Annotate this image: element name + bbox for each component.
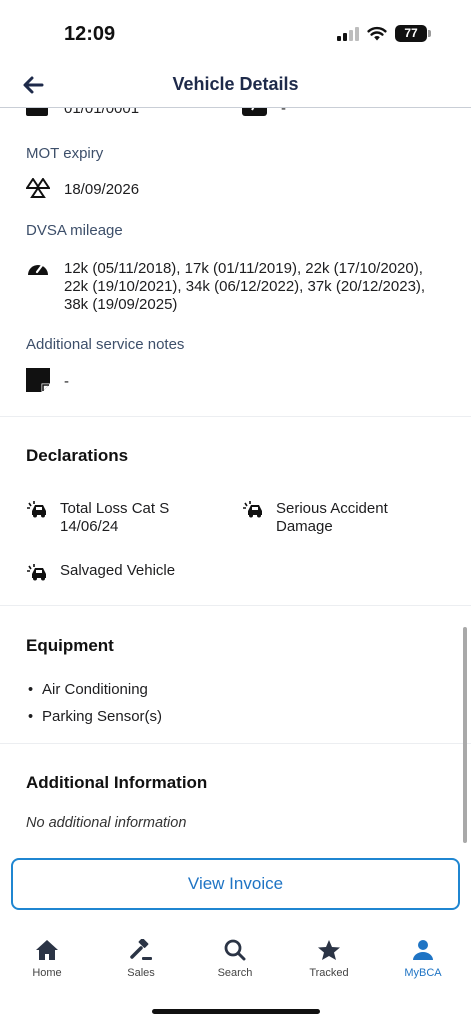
dvsa-mileage-line-2: 22k (19/10/2021), 34k (06/12/2022), 37k … xyxy=(64,278,426,295)
nav-bar: Vehicle Details xyxy=(0,62,471,108)
service-notes-label: Additional service notes xyxy=(26,336,185,353)
equipment-bullet: • xyxy=(28,682,34,698)
status-bar: 12:09 77 xyxy=(0,0,471,62)
additional-info-text: No additional information xyxy=(26,815,187,831)
home-icon xyxy=(36,940,58,960)
search-icon xyxy=(224,939,246,961)
additional-info-title: Additional Information xyxy=(26,773,208,792)
status-time: 12:09 xyxy=(64,23,116,45)
tab-home-label: Home xyxy=(32,967,62,979)
car-crash-icon xyxy=(27,564,46,581)
invoice-area: View Invoice xyxy=(0,845,471,925)
dvsa-mileage-line-1: 12k (05/11/2018), 17k (01/11/2019), 22k … xyxy=(64,260,423,277)
top-row-left-value: 01/01/0001 xyxy=(64,108,140,117)
status-icons: 77 xyxy=(337,25,431,42)
tab-home[interactable]: Home xyxy=(12,939,82,979)
speedometer-icon xyxy=(28,262,48,275)
wifi-icon xyxy=(367,26,387,41)
section-divider xyxy=(0,416,471,417)
car-crash-icon xyxy=(243,501,262,518)
scrollbar[interactable] xyxy=(463,627,467,843)
mot-expiry-value: 18/09/2026 xyxy=(64,181,140,198)
declaration-1-line-2: 14/06/24 xyxy=(60,518,119,535)
declaration-3-line-1: Salvaged Vehicle xyxy=(60,562,176,579)
cellular-signal-icon xyxy=(337,26,359,41)
vehicle-details-content[interactable]: 01/01/0001 - MOT expiry 18/09/2026 DVSA … xyxy=(0,108,471,848)
dvsa-mileage-label: DVSA mileage xyxy=(26,222,123,239)
declaration-2-line-2: Damage xyxy=(276,518,333,535)
service-notes-value: - xyxy=(64,373,69,390)
tab-tracked[interactable]: Tracked xyxy=(294,939,364,979)
mot-triangles-icon xyxy=(26,178,50,198)
gauge-icon xyxy=(242,108,267,116)
view-invoice-button[interactable]: View Invoice xyxy=(11,858,460,910)
tab-sales-label: Sales xyxy=(127,967,155,979)
mot-expiry-label: MOT expiry xyxy=(26,145,104,162)
top-row-right-value: - xyxy=(281,108,286,117)
equipment-item-1: Air Conditioning xyxy=(42,681,148,698)
tab-search[interactable]: Search xyxy=(200,939,270,979)
sticky-note-icon xyxy=(26,368,50,392)
declaration-2-line-1: Serious Accident xyxy=(276,500,388,517)
tab-tracked-label: Tracked xyxy=(309,967,349,979)
declaration-1-line-1: Total Loss Cat S xyxy=(60,500,170,517)
equipment-title: Equipment xyxy=(26,636,114,655)
declarations-title: Declarations xyxy=(26,446,129,465)
tab-mybca[interactable]: MyBCA xyxy=(388,939,458,979)
equipment-bullet: • xyxy=(28,709,34,725)
document-icon xyxy=(26,108,48,116)
section-divider xyxy=(0,605,471,606)
tab-sales[interactable]: Sales xyxy=(106,939,176,979)
section-divider xyxy=(0,743,471,744)
car-crash-icon xyxy=(27,501,46,518)
page-title: Vehicle Details xyxy=(172,74,299,94)
tab-mybca-label: MyBCA xyxy=(404,967,442,979)
equipment-item-2: Parking Sensor(s) xyxy=(42,708,163,725)
home-indicator xyxy=(152,1009,320,1014)
dvsa-mileage-line-3: 38k (19/09/2025) xyxy=(64,296,178,313)
gavel-icon xyxy=(130,939,152,960)
battery-icon: 77 xyxy=(395,25,431,42)
tab-search-label: Search xyxy=(217,967,253,979)
person-icon xyxy=(413,940,433,960)
star-icon xyxy=(318,940,340,960)
